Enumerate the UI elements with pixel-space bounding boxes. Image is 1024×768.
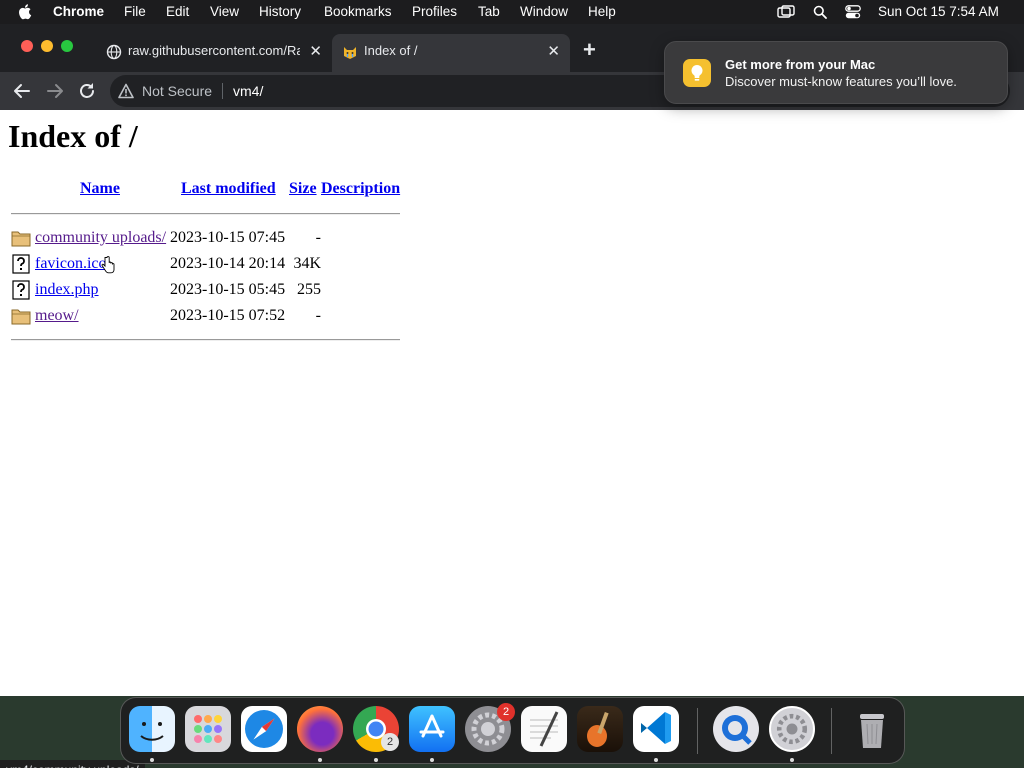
browser-window: raw.githubusercontent.com/Ra ✕ Index of … (0, 24, 1024, 768)
file-date: 2023-10-15 07:52 (170, 307, 286, 324)
apple-icon[interactable] (18, 3, 34, 20)
page-content: Index of / Name Last modified Size Descr… (0, 110, 1024, 768)
link-status-bar: vm4/community uploads/ (0, 760, 145, 768)
page-title: Index of / (8, 118, 138, 154)
lightbulb-icon (691, 64, 703, 81)
column-header-size[interactable]: Size (289, 180, 317, 198)
tips-notification[interactable]: Get more from your Mac Discover must-kno… (664, 41, 1008, 104)
dock-separator (831, 708, 832, 754)
screen-mirroring-icon[interactable] (777, 5, 795, 19)
file-date: 2023-10-14 20:14 (170, 255, 286, 272)
notification-title: Get more from your Mac (725, 57, 876, 72)
notification-body: Discover must-know features you’ll love. (725, 74, 957, 89)
menu-profiles[interactable]: Profiles (412, 4, 457, 19)
new-tab-plus-icon[interactable]: + (583, 37, 596, 63)
tips-app-icon (683, 59, 711, 87)
file-date: 2023-10-15 07:45 (170, 229, 286, 246)
not-secure-label[interactable]: Not Secure (142, 83, 212, 99)
file-link[interactable]: meow/ (35, 307, 79, 325)
globe-icon (106, 44, 122, 60)
garageband-icon[interactable] (577, 706, 623, 752)
system-settings-running-dot (790, 758, 794, 762)
address-divider (222, 83, 223, 99)
menu-window[interactable]: Window (520, 4, 568, 19)
reload-icon[interactable] (76, 80, 98, 102)
column-header-name[interactable]: Name (80, 180, 120, 198)
tab-github-raw[interactable]: raw.githubusercontent.com/Ra ✕ (96, 34, 332, 72)
menu-file[interactable]: File (124, 4, 146, 19)
unknown-file-icon (12, 254, 30, 274)
file-size: 34K (293, 255, 321, 272)
firefox-icon[interactable] (297, 706, 343, 752)
tab-title: Index of / (364, 43, 418, 58)
app-store-icon[interactable] (409, 706, 455, 752)
file-size: - (315, 229, 321, 246)
menu-app-name[interactable]: Chrome (53, 4, 104, 19)
finder-icon[interactable] (129, 706, 175, 752)
menu-bar: Chrome File Edit View History Bookmarks … (0, 0, 1024, 24)
file-size: 255 (297, 281, 321, 298)
menu-clock[interactable]: Sun Oct 15 7:54 AM (878, 4, 999, 19)
menu-view[interactable]: View (210, 4, 239, 19)
divider-top (11, 213, 400, 215)
safari-icon[interactable] (241, 706, 287, 752)
pointer-hand-cursor-icon (101, 256, 115, 274)
divider-bottom (11, 339, 400, 341)
back-arrow-icon[interactable] (11, 80, 33, 102)
tab-close-icon[interactable]: ✕ (309, 42, 322, 60)
file-size: - (315, 307, 321, 324)
file-link[interactable]: community uploads/ (35, 229, 166, 247)
dock-separator (697, 708, 698, 754)
menu-history[interactable]: History (259, 4, 301, 19)
system-settings-icon[interactable] (769, 706, 815, 752)
column-header-description[interactable]: Description (321, 180, 400, 198)
folder-icon (11, 309, 31, 325)
launchpad-icon[interactable] (185, 706, 231, 752)
vscode-running-dot (654, 758, 658, 762)
window-close-button[interactable] (21, 40, 33, 52)
window-minimize-button[interactable] (41, 40, 53, 52)
menu-edit[interactable]: Edit (166, 4, 189, 19)
column-header-last-modified[interactable]: Last modified (181, 180, 276, 198)
file-date: 2023-10-15 05:45 (170, 281, 286, 298)
textedit-icon[interactable] (521, 706, 567, 752)
warning-triangle-icon[interactable] (118, 83, 134, 99)
url-text[interactable]: vm4/ (233, 83, 263, 99)
file-link[interactable]: index.php (35, 281, 99, 299)
app-store-running-dot (430, 758, 434, 762)
firefox-running-dot (318, 758, 322, 762)
menu-help[interactable]: Help (588, 4, 616, 19)
folder-icon (11, 231, 31, 247)
tab-close-icon[interactable]: ✕ (547, 42, 560, 60)
tab-index-of[interactable]: Index of / ✕ (332, 34, 570, 72)
spotlight-search-icon[interactable] (813, 5, 827, 19)
crying-cat-favicon-icon (344, 47, 356, 59)
menu-tab[interactable]: Tab (478, 4, 500, 19)
system-preferences-badge: 2 (497, 703, 515, 721)
chrome-running-dot (374, 758, 378, 762)
finder-running-dot (150, 758, 154, 762)
menu-bookmarks[interactable]: Bookmarks (324, 4, 392, 19)
window-zoom-button[interactable] (61, 40, 73, 52)
trash-icon[interactable] (849, 706, 895, 752)
tab-title: raw.githubusercontent.com/Ra (128, 43, 300, 58)
control-center-icon[interactable] (845, 5, 861, 19)
unknown-file-icon (12, 280, 30, 300)
forward-arrow-icon[interactable] (44, 80, 66, 102)
dock: 2 2 (120, 697, 905, 764)
file-link[interactable]: favicon.ico (35, 255, 107, 273)
vscode-icon[interactable] (633, 706, 679, 752)
chrome-badge: 2 (381, 733, 399, 751)
quicktime-icon[interactable] (713, 706, 759, 752)
